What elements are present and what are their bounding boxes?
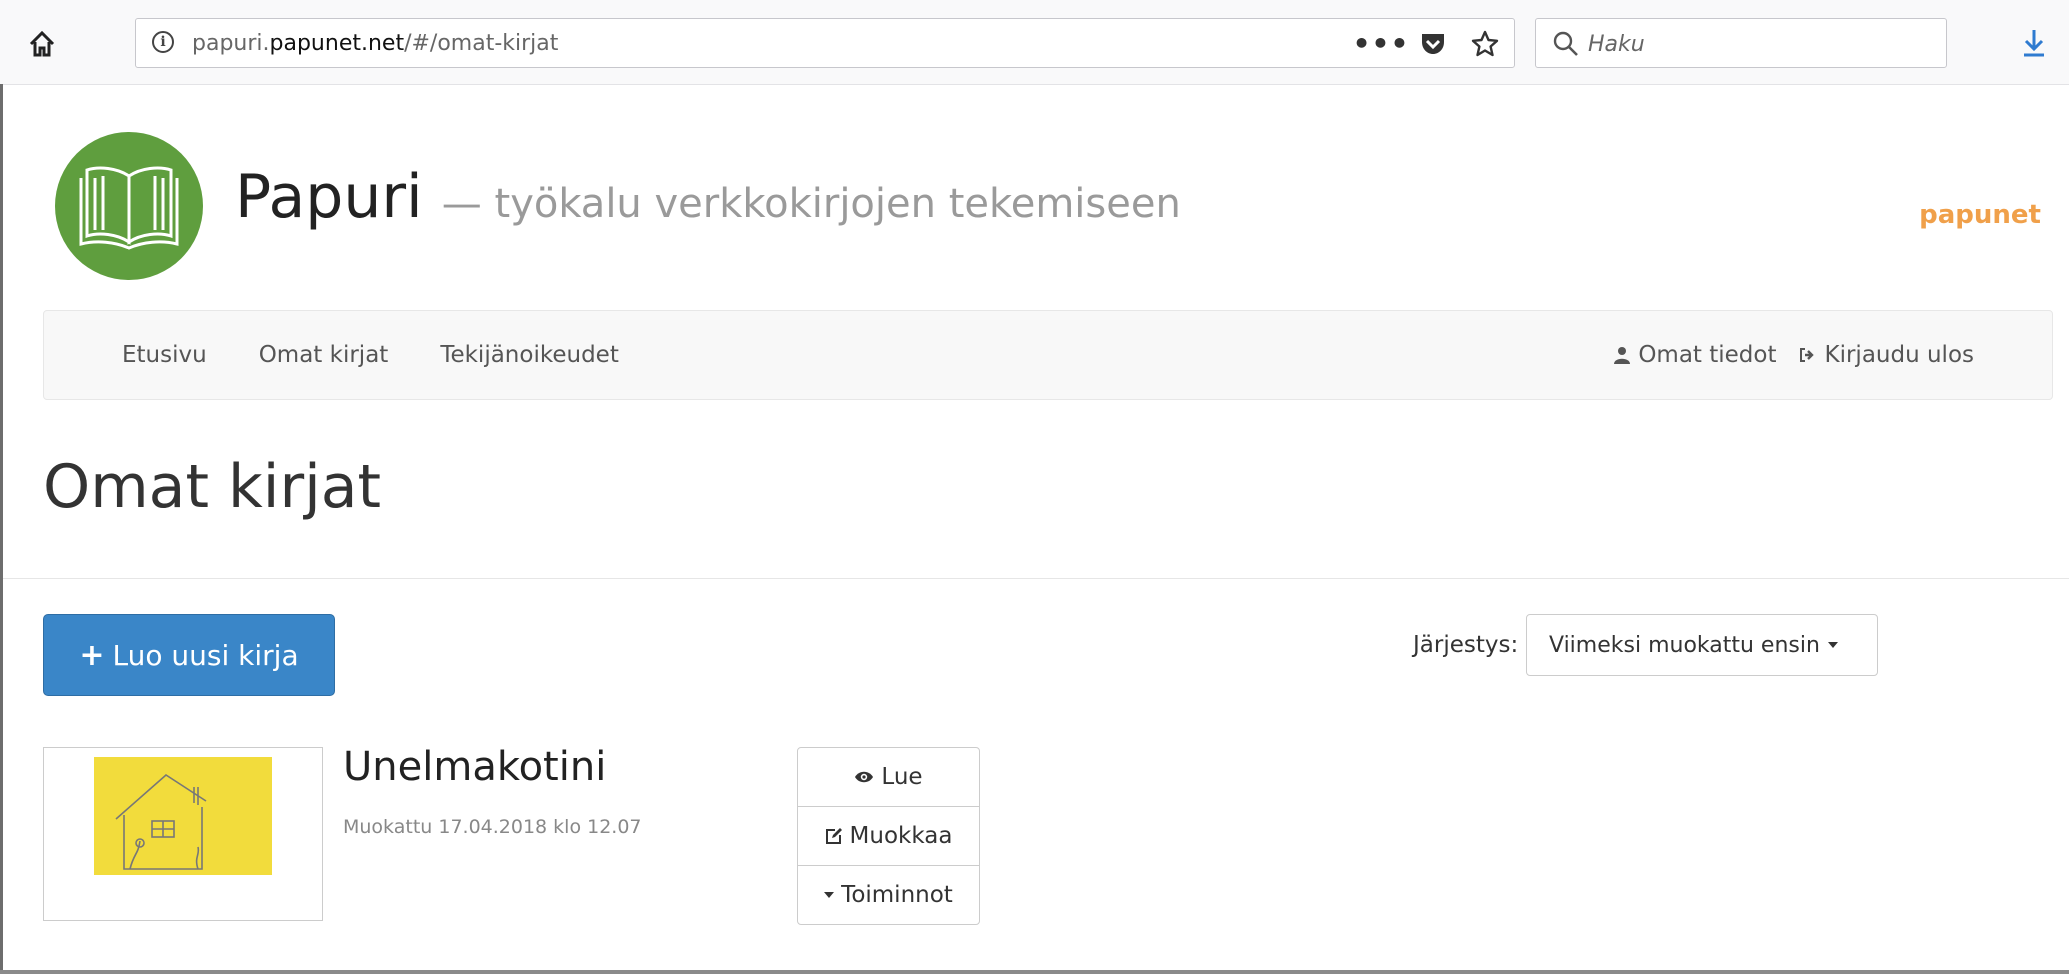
search-icon (1553, 31, 1578, 56)
create-book-label: Luo uusi kirja (112, 638, 299, 672)
nav-logout-label: Kirjaudu ulos (1824, 342, 1975, 368)
main-navbar: Etusivu Omat kirjat Tekijänoikeudet Omat… (43, 310, 2053, 400)
actions-label: Toiminnot (841, 882, 953, 908)
sort-label: Järjestys: (1413, 632, 1519, 658)
nav-omat-kirjat[interactable]: Omat kirjat (259, 342, 389, 368)
site-title-text: Papuri (235, 162, 423, 232)
page-title: Omat kirjat (43, 452, 382, 522)
page-actions-icon[interactable]: ••• (1353, 29, 1409, 59)
url-text[interactable]: papuri.papunet.net/#/omat-kirjat (192, 31, 558, 56)
edit-icon (825, 828, 842, 844)
nav-profile-label: Omat tiedot (1638, 342, 1777, 368)
nav-tekijanoikeudet[interactable]: Tekijänoikeudet (440, 342, 619, 368)
address-bar[interactable]: i papuri.papunet.net/#/omat-kirjat ••• (135, 18, 1515, 68)
window-bottom-border (0, 970, 2069, 974)
browser-toolbar: i papuri.papunet.net/#/omat-kirjat ••• (0, 0, 2069, 85)
sort-value: Viimeksi muokattu ensin (1549, 632, 1820, 658)
divider (3, 578, 2069, 579)
home-icon[interactable] (24, 26, 60, 62)
user-icon (1614, 347, 1631, 364)
bookmark-star-icon[interactable] (1470, 29, 1500, 59)
info-icon[interactable]: i (152, 31, 174, 53)
papunet-brand-link[interactable]: papunet (1919, 200, 2041, 230)
site-subtitle: — työkalu verkkokirjojen tekemiseen (441, 181, 1181, 227)
page-content: Papuri — työkalu verkkokirjojen tekemise… (0, 84, 2069, 974)
search-input[interactable] (1586, 27, 1930, 61)
read-button[interactable]: Lue (798, 748, 979, 806)
book-thumbnail[interactable] (43, 747, 323, 921)
edit-button[interactable]: Muokkaa (798, 806, 979, 865)
caret-down-icon (1827, 642, 1838, 648)
actions-dropdown-button[interactable]: Toiminnot (798, 865, 979, 924)
book-modified-date: Muokattu 17.04.2018 klo 12.07 (343, 816, 642, 838)
site-title: Papuri — työkalu verkkokirjojen tekemise… (235, 162, 1181, 232)
nav-etusivu[interactable]: Etusivu (122, 342, 207, 368)
logout-icon (1799, 348, 1814, 362)
sort-dropdown[interactable]: Viimeksi muokattu ensin (1526, 614, 1878, 676)
plus-icon: + (79, 637, 105, 673)
create-book-button[interactable]: + Luo uusi kirja (43, 614, 335, 696)
caret-down-icon (824, 892, 835, 898)
papuri-logo (55, 132, 203, 280)
edit-label: Muokkaa (849, 823, 953, 849)
house-drawing-image (94, 757, 272, 875)
eye-icon (855, 771, 874, 783)
download-icon[interactable] (2020, 28, 2048, 62)
book-actions: Lue Muokkaa Toiminnot (797, 747, 980, 925)
book-title[interactable]: Unelmakotini (343, 744, 606, 790)
nav-profile[interactable]: Omat tiedot (1614, 342, 1777, 368)
pocket-icon[interactable] (1418, 29, 1448, 59)
read-label: Lue (881, 764, 923, 790)
browser-search-box[interactable] (1535, 18, 1947, 68)
nav-logout[interactable]: Kirjaudu ulos (1799, 342, 1975, 368)
